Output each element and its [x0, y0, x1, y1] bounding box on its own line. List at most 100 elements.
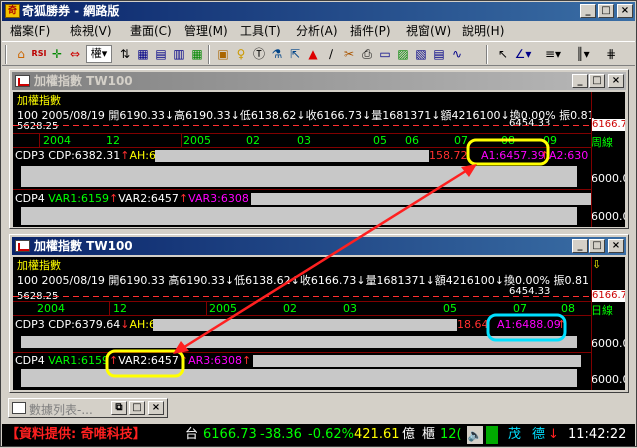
- chart-window-title-bar[interactable]: 加權指數 TW100 _ □ ×: [12, 72, 626, 90]
- stock-icon[interactable]: ▣: [214, 45, 232, 63]
- toolbar-grip: [5, 45, 7, 64]
- quote-date: 2005/08/19: [41, 274, 105, 287]
- cdp4-row: CDP4 VAR1:6159↑VAR2:6457↑VAR3:6308↑V: [15, 192, 266, 205]
- window-minimize-button[interactable]: _: [572, 74, 588, 88]
- market-label: 台: [185, 427, 199, 442]
- indicator-mask: [21, 369, 577, 387]
- index-name: 加權指數: [17, 94, 61, 107]
- flag-de[interactable]: 德: [532, 424, 545, 446]
- move-icon[interactable]: ✛: [48, 45, 66, 63]
- chart-icon[interactable]: ▥: [170, 45, 188, 63]
- menu-screen[interactable]: 畫面(C): [130, 22, 172, 41]
- compare-icon[interactable]: ▧: [412, 45, 430, 63]
- chart-window-title: 加權指數 TW100: [34, 74, 133, 88]
- cdp3-a1-value: A1:6457.39: [481, 149, 545, 162]
- multi-line-icon[interactable]: ≡▾: [544, 45, 562, 63]
- chart-window-daily[interactable]: 加權指數 TW100 _ □ × 加權指數 ⇩ 100 2005/08/19 開…: [9, 234, 629, 393]
- chart-canvas[interactable]: 加權指數 100 2005/08/19 開6190.33↓高6190.33↓低6…: [13, 92, 625, 227]
- text-icon[interactable]: Ⓣ: [250, 45, 268, 63]
- window-maximize-button[interactable]: □: [589, 74, 605, 88]
- signal-bar-icon: [486, 426, 498, 444]
- last-price-label: 6166.7: [592, 290, 625, 302]
- app-title: 奇狐勝券 - 網路版: [22, 4, 120, 18]
- cdp3-row: CDP3 CDP:6379.64↓AH:64: [15, 318, 163, 331]
- maximize-button[interactable]: □: [129, 401, 145, 415]
- bar-icon[interactable]: ║▾: [574, 45, 592, 63]
- index-value: 6166.73: [203, 427, 257, 442]
- menu-plugins[interactable]: 插件(P): [350, 22, 391, 41]
- time-tick: 02: [283, 302, 297, 315]
- price-min-label: 5628.25: [17, 121, 59, 132]
- window-maximize-button[interactable]: □: [589, 239, 605, 253]
- cdp3-a1-arrow: ↑: [557, 318, 567, 331]
- home-icon[interactable]: ⌂: [12, 45, 30, 63]
- wand-icon[interactable]: ∕: [322, 45, 340, 63]
- print-icon[interactable]: ⎙: [358, 45, 376, 63]
- menu-tools[interactable]: 工具(T): [240, 22, 281, 41]
- window-minimize-button[interactable]: _: [572, 239, 588, 253]
- window-close-button[interactable]: ×: [608, 74, 624, 88]
- double-arrow-icon[interactable]: ⇔: [66, 45, 84, 63]
- title-bar[interactable]: 奇 奇狐勝券 - 網路版 _ □ ×: [2, 2, 635, 21]
- minimize-button[interactable]: _: [580, 4, 596, 18]
- menu-help[interactable]: 說明(H): [462, 22, 504, 41]
- restore-button[interactable]: ⧉: [111, 401, 127, 415]
- chart-window-weekly[interactable]: 加權指數 TW100 _ □ × 加權指數 100 2005/08/19 開61…: [9, 69, 629, 229]
- lab-icon[interactable]: ⚗: [268, 45, 286, 63]
- speaker-icon[interactable]: 🔈: [467, 426, 483, 444]
- menu-bar: 檔案(F) 檢視(V) 畫面(C) 管理(M) 工具(T) 分析(A) 插件(P…: [2, 22, 635, 41]
- status-bar: 【資料提供: 奇唯科技】 台 6166.73 -38.36 -0.62% 421…: [2, 424, 635, 446]
- period-label: 周線: [591, 136, 613, 149]
- flag-mao[interactable]: 茂: [508, 424, 521, 446]
- cdp3-tail-value: 18.64: [457, 318, 489, 331]
- chart-window-title-bar[interactable]: 加權指數 TW100 _ □ ×: [12, 237, 626, 255]
- scissors-icon[interactable]: ✂: [340, 45, 358, 63]
- menu-manage[interactable]: 管理(M): [184, 22, 228, 41]
- menu-window[interactable]: 視窗(W): [406, 22, 451, 41]
- price-mid-label: 6454.33: [509, 118, 551, 129]
- grid-icon[interactable]: ▦: [134, 45, 152, 63]
- grid2-icon[interactable]: ▦: [188, 45, 206, 63]
- index-select[interactable]: 權▾: [86, 45, 112, 63]
- menu-analysis[interactable]: 分析(A): [296, 22, 338, 41]
- time-tick: 2005: [183, 134, 211, 147]
- layout-icon[interactable]: ▤: [152, 45, 170, 63]
- toolbar: ⌂ RSI ✛ ⇔ 權▾ ⇅ ▦ ▤ ▥ ▦ ▣ ♀ Ⓣ ⚗ ⇱ ▲ ∕ ✂ ⎙…: [2, 41, 635, 66]
- pointer-icon[interactable]: ↖: [494, 45, 512, 63]
- cdp3-label: CDP3: [15, 318, 45, 331]
- photo-icon[interactable]: ▨: [394, 45, 412, 63]
- time-axis: 2004 12 2005 02 03 05 07 08: [13, 302, 591, 315]
- menu-file[interactable]: 檔案(F): [10, 22, 50, 41]
- otc-label: 櫃: [422, 427, 436, 442]
- cdp3-scale: 6000.0: [591, 337, 625, 350]
- bulb-icon[interactable]: ♀: [232, 45, 250, 63]
- grid-lines-icon[interactable]: ⋕: [602, 45, 620, 63]
- time-grid: [206, 302, 207, 315]
- indicator-mask: [153, 319, 457, 331]
- minimized-data-list-window[interactable]: 數據列表-... ⧉ □ ×: [8, 398, 168, 418]
- axis-separator: [13, 189, 591, 190]
- close-button[interactable]: ×: [148, 401, 164, 415]
- line-icon[interactable]: ∠▾: [514, 45, 532, 63]
- maximize-button[interactable]: □: [598, 4, 614, 18]
- quote-close: 收6166.73: [299, 274, 357, 287]
- rsi-icon[interactable]: RSI: [30, 45, 48, 63]
- close-button[interactable]: ×: [617, 4, 633, 18]
- pin-icon[interactable]: ⇩: [592, 258, 601, 271]
- cdp4-label: CDP4: [15, 354, 45, 367]
- menu-view[interactable]: 檢視(V): [70, 22, 112, 41]
- export-icon[interactable]: ⇱: [286, 45, 304, 63]
- chart-canvas[interactable]: 加權指數 ⇩ 100 2005/08/19 開6190.33 高6190.33↓…: [13, 257, 625, 390]
- sort-icon[interactable]: ⇅: [116, 45, 134, 63]
- window-icon[interactable]: ▭: [376, 45, 394, 63]
- otc-value: 12(: [440, 427, 462, 442]
- quote-close: 收6166.73: [305, 109, 363, 122]
- wave-icon[interactable]: ∿: [448, 45, 466, 63]
- table-icon[interactable]: ▤: [430, 45, 448, 63]
- window-close-button[interactable]: ×: [608, 239, 624, 253]
- scale-divider: [591, 92, 592, 227]
- alarm-icon[interactable]: ▲: [304, 45, 322, 63]
- time-tick: 02: [246, 134, 260, 147]
- cdp3-cdp-value: CDP:6379.64: [48, 318, 121, 331]
- trade-amount: 421.61: [354, 427, 400, 442]
